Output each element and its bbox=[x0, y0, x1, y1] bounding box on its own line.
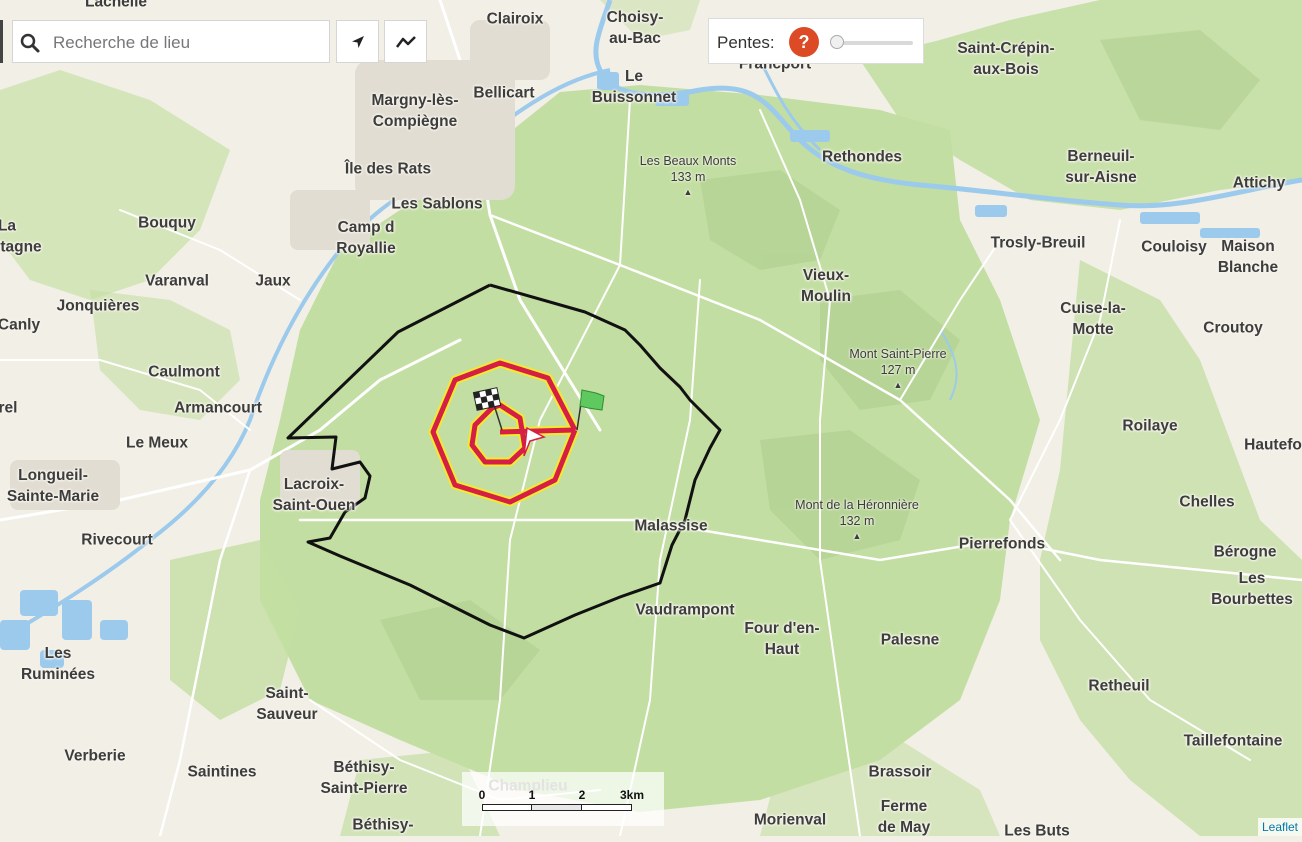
place-label-les-bourbettes: Les Bourbettes bbox=[1211, 570, 1293, 608]
place-label-jaux: Jaux bbox=[255, 272, 291, 290]
scale-bar: 0 1 2 3km bbox=[462, 772, 664, 826]
place-label-caulmont: Caulmont bbox=[148, 363, 220, 381]
place-label-lacroix-saint-ouen: Lacroix- Saint-Ouen bbox=[272, 476, 356, 514]
place-label-couloisy: Couloisy bbox=[1141, 238, 1207, 256]
peak-name: Les Beaux Monts bbox=[639, 153, 737, 168]
place-label-saintines: Saintines bbox=[187, 763, 257, 781]
place-label-clairoix: Clairoix bbox=[486, 10, 544, 28]
place-label-bellicart: Bellicart bbox=[473, 84, 535, 102]
slope-slider-track[interactable] bbox=[833, 41, 913, 45]
place-label-vaudrampont: Vaudrampont bbox=[635, 601, 735, 619]
place-label-tagne: tagne bbox=[0, 238, 42, 256]
place-label-ile-des-rats: Île des Rats bbox=[344, 160, 432, 178]
place-label-le-buissonnet: Le Buissonnet bbox=[591, 68, 677, 106]
place-label-malassise: Malassise bbox=[634, 517, 708, 535]
place-label-hautefo: Hautefo bbox=[1244, 436, 1302, 454]
scale-segment bbox=[482, 804, 532, 811]
place-label-camp-d-royallie: Camp d Royallie bbox=[336, 219, 396, 257]
place-label-retheuil: Retheuil bbox=[1088, 677, 1150, 695]
scale-label-3: 3km bbox=[619, 788, 645, 802]
peak-label-mont-saint-pierre: Mont Saint-Pierre 127 m ▲ bbox=[849, 346, 946, 391]
place-label-rethondes: Rethondes bbox=[821, 148, 903, 166]
place-label-maison-blanche: Maison Blanche bbox=[1217, 238, 1279, 276]
place-label-saint-crepin-aux-bois: Saint-Crépin- aux-Bois bbox=[957, 40, 1055, 78]
place-label-verberie: Verberie bbox=[64, 747, 126, 765]
place-label-saint-sauveur: Saint- Sauveur bbox=[256, 685, 318, 723]
place-label-rel: rel bbox=[0, 399, 18, 417]
search-box[interactable] bbox=[12, 20, 330, 63]
place-label-vieux-moulin: Vieux- Moulin bbox=[801, 267, 851, 305]
place-label-palesne: Palesne bbox=[880, 631, 940, 649]
scale-label-0: 0 bbox=[478, 788, 486, 802]
place-label-chelles: Chelles bbox=[1179, 493, 1235, 511]
slope-label: Pentes: bbox=[717, 33, 775, 52]
place-label-la: La bbox=[0, 217, 17, 235]
search-input[interactable] bbox=[51, 29, 325, 57]
place-label-les-sablons: Les Sablons bbox=[391, 195, 483, 213]
place-label-taillefontaine: Taillefontaine bbox=[1183, 732, 1283, 750]
place-label-roilaye: Roilaye bbox=[1122, 417, 1178, 435]
place-label-berogne: Bérogne bbox=[1213, 543, 1277, 561]
place-label-les-ruminees: Les Ruminées bbox=[20, 645, 96, 683]
scale-label-1: 1 bbox=[528, 788, 536, 802]
place-label-armancourt: Armancourt bbox=[174, 399, 262, 417]
search-icon bbox=[20, 33, 40, 53]
locate-arrow-icon bbox=[351, 35, 364, 48]
locate-button[interactable] bbox=[336, 20, 379, 63]
slope-control: Pentes: ? bbox=[708, 18, 924, 64]
place-label-berneuil-sur-aisne: Berneuil- sur-Aisne bbox=[1065, 148, 1137, 186]
place-label-lachelle: Lachelle bbox=[84, 0, 148, 11]
slope-slider-thumb[interactable] bbox=[830, 35, 844, 49]
scale-segment bbox=[531, 804, 582, 811]
peak-label-les-beaux-monts: Les Beaux Monts 133 m ▲ bbox=[640, 153, 737, 198]
place-label-attichy: Attichy bbox=[1232, 174, 1286, 192]
scale-segment bbox=[581, 804, 632, 811]
place-label-rivecourt: Rivecourt bbox=[81, 531, 153, 549]
summit-triangle-icon: ▲ bbox=[852, 530, 862, 541]
place-label-bethisy-2: Béthisy- bbox=[352, 816, 414, 834]
place-label-brassoir: Brassoir bbox=[868, 763, 932, 781]
route-profile-icon bbox=[395, 35, 416, 48]
place-label-choisy-au-bac: Choisy- au-Bac bbox=[606, 9, 664, 47]
place-label-four-d-en-haut: Four d'en- Haut bbox=[744, 620, 820, 658]
place-label-margny-les-compiegne: Margny-lès- Compiègne bbox=[371, 92, 459, 130]
peak-elevation: 127 m bbox=[880, 363, 916, 377]
peak-label-mont-de-la-heronniere: Mont de la Héronnière 132 m ▲ bbox=[795, 497, 919, 542]
route-profile-button[interactable] bbox=[384, 20, 427, 63]
place-label-le-meux: Le Meux bbox=[125, 434, 189, 452]
summit-triangle-icon: ▲ bbox=[683, 186, 693, 197]
place-label-les-buts: Les Buts bbox=[1004, 822, 1070, 840]
peak-elevation: 133 m bbox=[670, 170, 706, 184]
slope-help-button[interactable]: ? bbox=[789, 27, 819, 57]
panel-edge bbox=[0, 20, 3, 63]
peak-name: Mont Saint-Pierre bbox=[849, 346, 947, 361]
place-label-trosly-breuil: Trosly-Breuil bbox=[990, 234, 1086, 252]
place-label-jonquieres: Jonquières bbox=[56, 297, 140, 315]
place-label-morienval: Morienval bbox=[753, 811, 827, 829]
place-label-longueil-sainte-marie: Longueil- Sainte-Marie bbox=[6, 467, 100, 505]
peak-elevation: 132 m bbox=[839, 514, 875, 528]
place-label-canly: Canly bbox=[0, 316, 41, 334]
place-label-ferme-de-may: Ferme de May bbox=[877, 798, 931, 836]
place-label-varanval: Varanval bbox=[145, 272, 209, 290]
peak-name: Mont de la Héronnière bbox=[795, 497, 919, 512]
attribution-link[interactable]: Leaflet bbox=[1257, 818, 1302, 836]
scale-label-2: 2 bbox=[578, 788, 586, 802]
place-label-bouquy: Bouquy bbox=[138, 214, 196, 232]
place-label-cuise-la-motte: Cuise-la- Motte bbox=[1060, 300, 1126, 338]
summit-triangle-icon: ▲ bbox=[893, 379, 903, 390]
place-label-bethisy-saint-pierre: Béthisy- Saint-Pierre bbox=[320, 759, 408, 797]
place-label-pierrefonds: Pierrefonds bbox=[958, 535, 1046, 553]
place-label-croutoy: Croutoy bbox=[1203, 319, 1263, 337]
